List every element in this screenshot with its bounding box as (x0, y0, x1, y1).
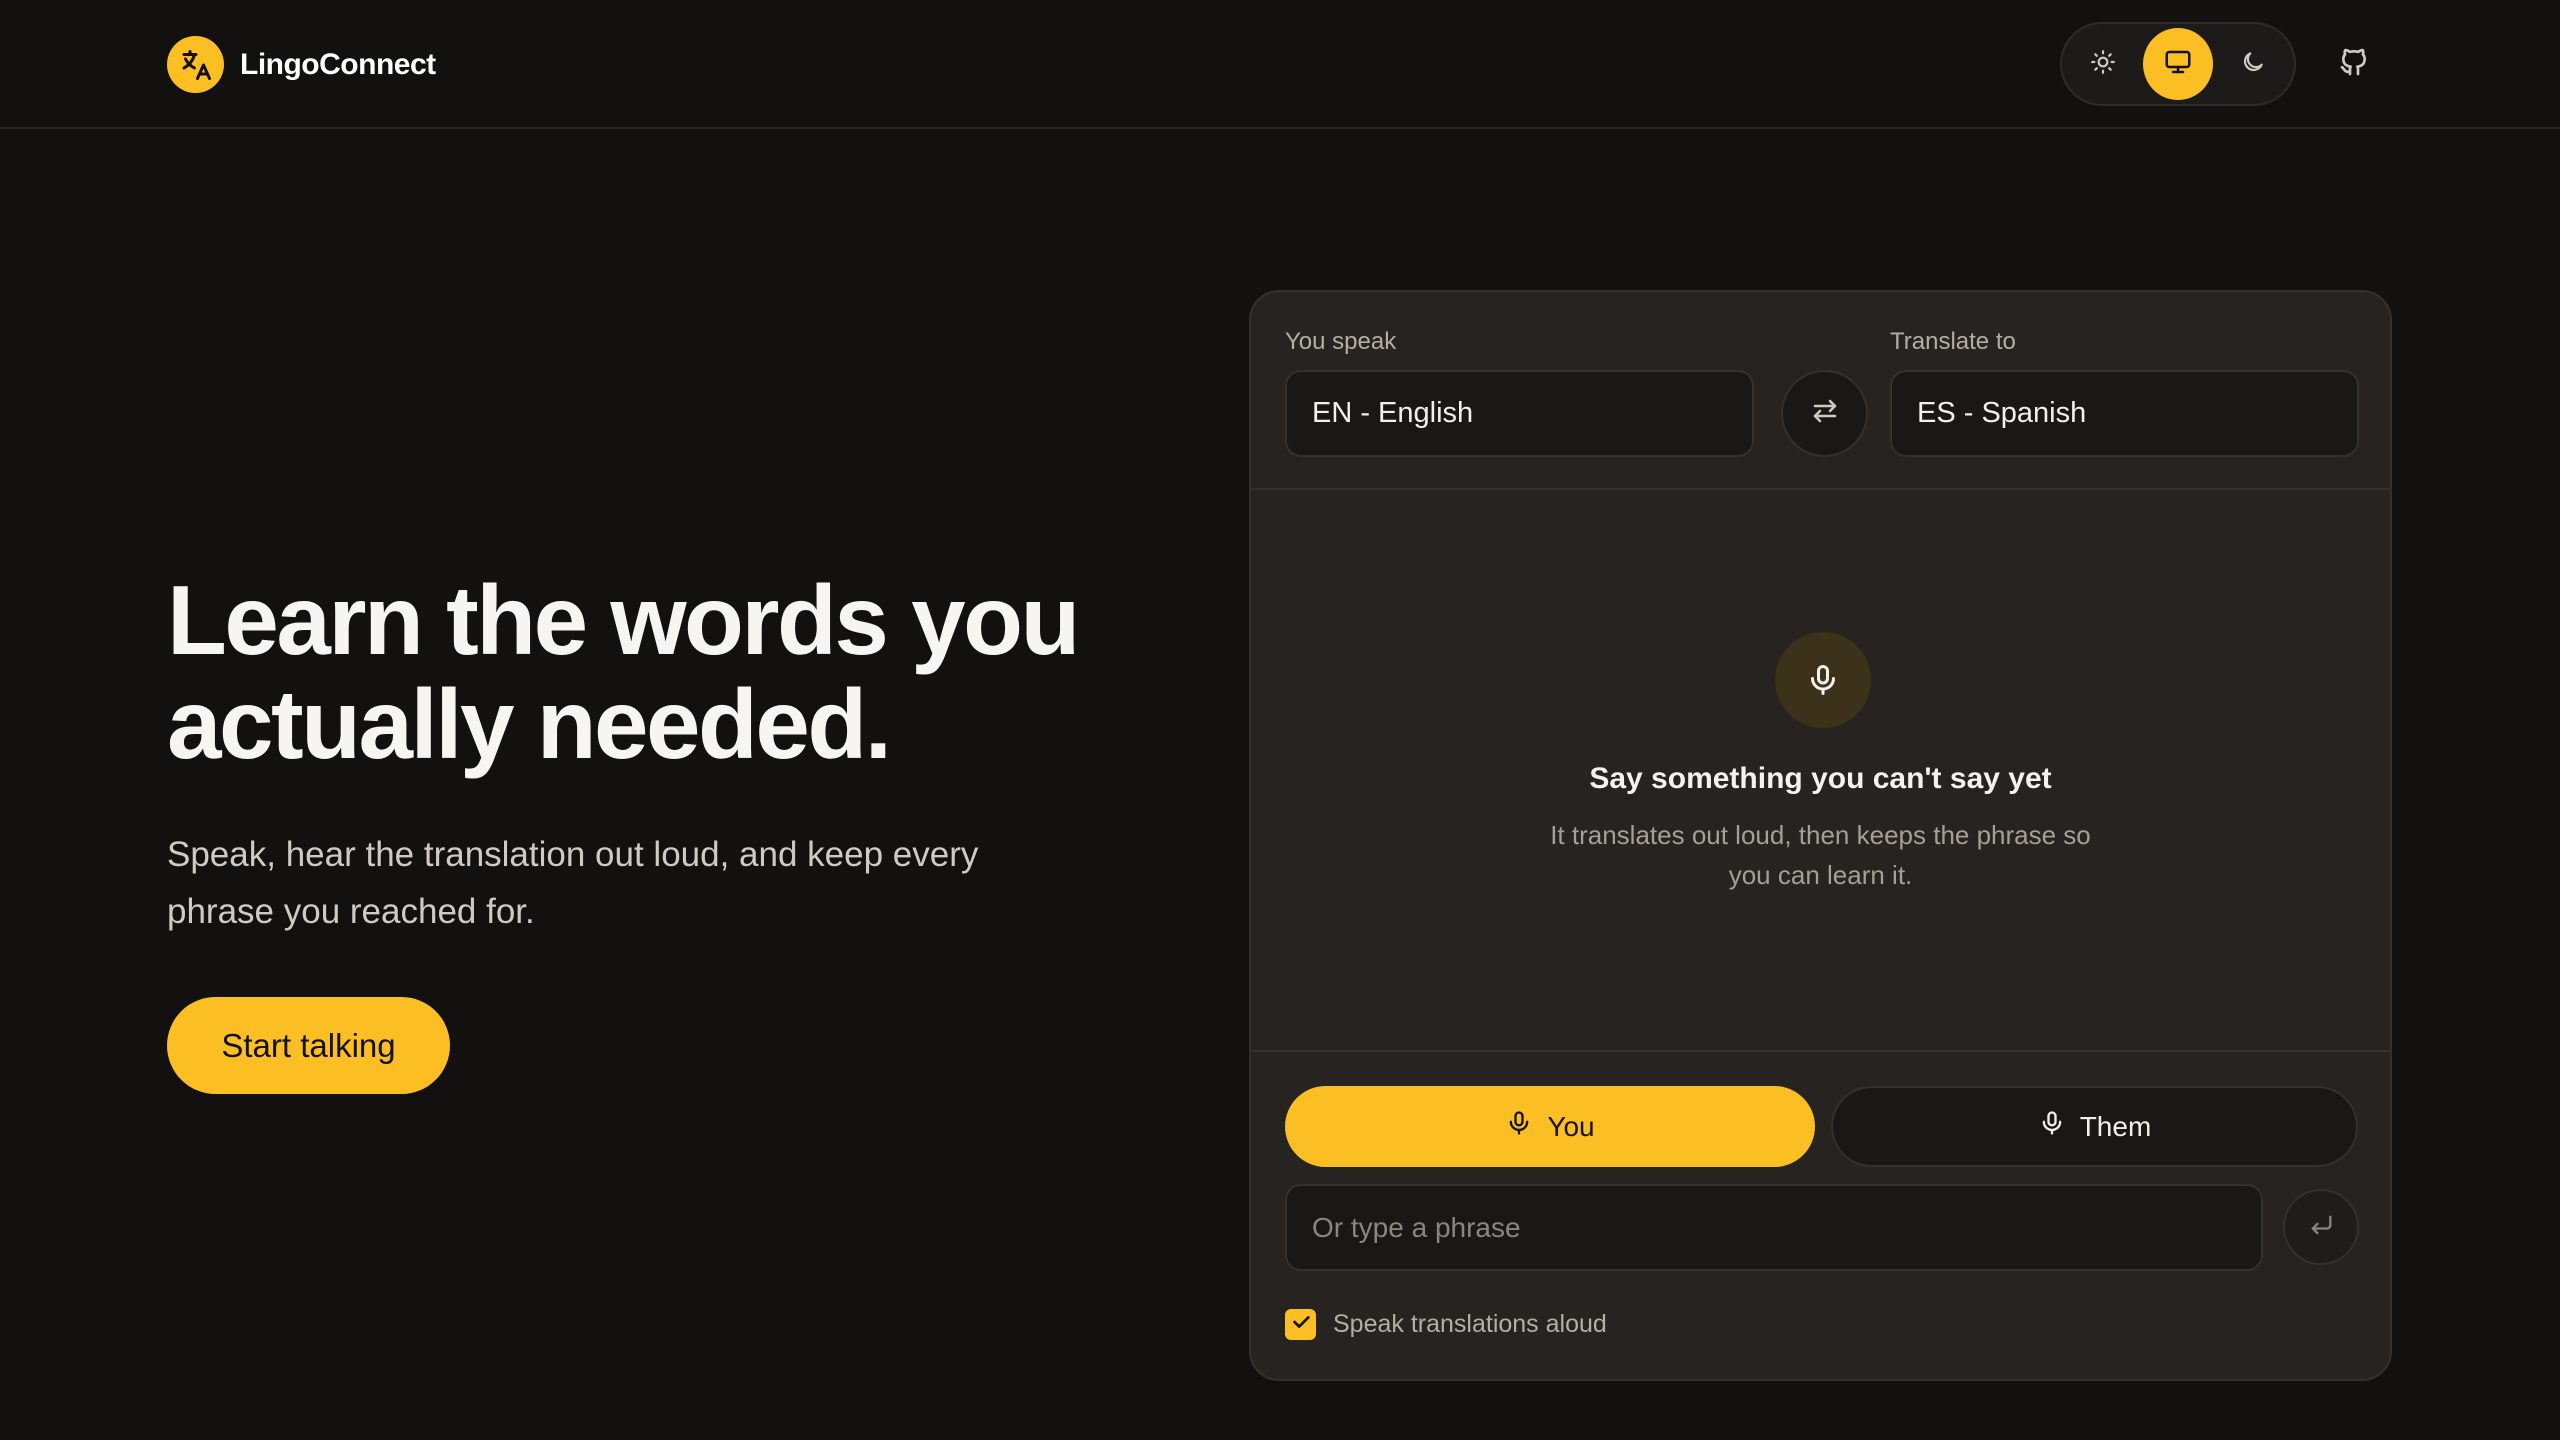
start-talking-button[interactable]: Start talking (167, 997, 450, 1094)
microphone-icon (2038, 1109, 2066, 1144)
microphone-icon (1775, 632, 1871, 728)
you-speak-button[interactable]: You (1285, 1086, 1815, 1167)
brand-name: LingoConnect (240, 47, 436, 81)
empty-state: Say something you can't say yet It trans… (1251, 492, 2390, 1052)
checkmark-icon (1290, 1311, 1312, 1338)
sun-icon (2090, 49, 2116, 80)
theme-dark-button[interactable] (2219, 28, 2288, 100)
hero-title-line-2: actually needed. (167, 669, 892, 779)
target-language-label: Translate to (1890, 328, 2016, 355)
hero-subtitle-line-2: phrase you reached for. (167, 892, 535, 931)
speak-aloud-checkbox[interactable] (1285, 1309, 1316, 1340)
empty-state-description-line-1: It translates out loud, then keeps the p… (1550, 820, 2091, 850)
controls-area: You Them Or type a phrase Speak translat… (1251, 1050, 2390, 1379)
source-language-label: You speak (1285, 328, 1397, 355)
source-language-select[interactable]: EN - English (1285, 370, 1754, 457)
target-language-value: ES - Spanish (1917, 397, 2087, 429)
speak-aloud-option: Speak translations aloud (1285, 1309, 1607, 1340)
empty-state-description: It translates out loud, then keeps the p… (1251, 815, 2390, 895)
theme-system-button[interactable] (2143, 28, 2213, 100)
hero-title: Learn the words you actually needed. (167, 568, 1167, 776)
moon-icon (2240, 49, 2266, 80)
swap-languages-button[interactable] (1781, 370, 1868, 457)
translator-panel: You speak EN - English Translate to ES -… (1249, 290, 2392, 1381)
phrase-input[interactable] (1285, 1184, 2263, 1271)
translate-icon (167, 36, 224, 93)
empty-state-description-line-2: you can learn it. (1728, 860, 1913, 890)
submit-phrase-button[interactable] (2283, 1189, 2359, 1265)
you-button-label: You (1547, 1110, 1595, 1142)
hero-subtitle-line-1: Speak, hear the translation out loud, an… (167, 835, 979, 874)
microphone-icon (1505, 1109, 1533, 1144)
them-button-label: Them (2079, 1110, 2152, 1142)
github-icon (2338, 46, 2370, 83)
hero-subtitle: Speak, hear the translation out loud, an… (167, 826, 1067, 940)
github-link[interactable] (2330, 40, 2378, 88)
top-header: LingoConnect (0, 0, 2560, 129)
brand[interactable]: LingoConnect (167, 36, 436, 93)
language-selector-row: You speak EN - English Translate to ES -… (1251, 292, 2390, 490)
monitor-icon (2163, 47, 2193, 82)
empty-state-title: Say something you can't say yet (1589, 762, 2052, 795)
enter-return-icon (2307, 1211, 2335, 1244)
source-language-value: EN - English (1312, 397, 1474, 429)
target-language-select[interactable]: ES - Spanish (1890, 370, 2359, 457)
theme-light-button[interactable] (2068, 28, 2137, 100)
them-speak-button[interactable]: Them (1831, 1086, 2358, 1167)
hero-title-line-1: Learn the words you (167, 565, 1080, 675)
theme-switcher (2060, 22, 2296, 106)
swap-arrows-icon (1810, 396, 1840, 431)
speak-aloud-label[interactable]: Speak translations aloud (1333, 1310, 1607, 1339)
